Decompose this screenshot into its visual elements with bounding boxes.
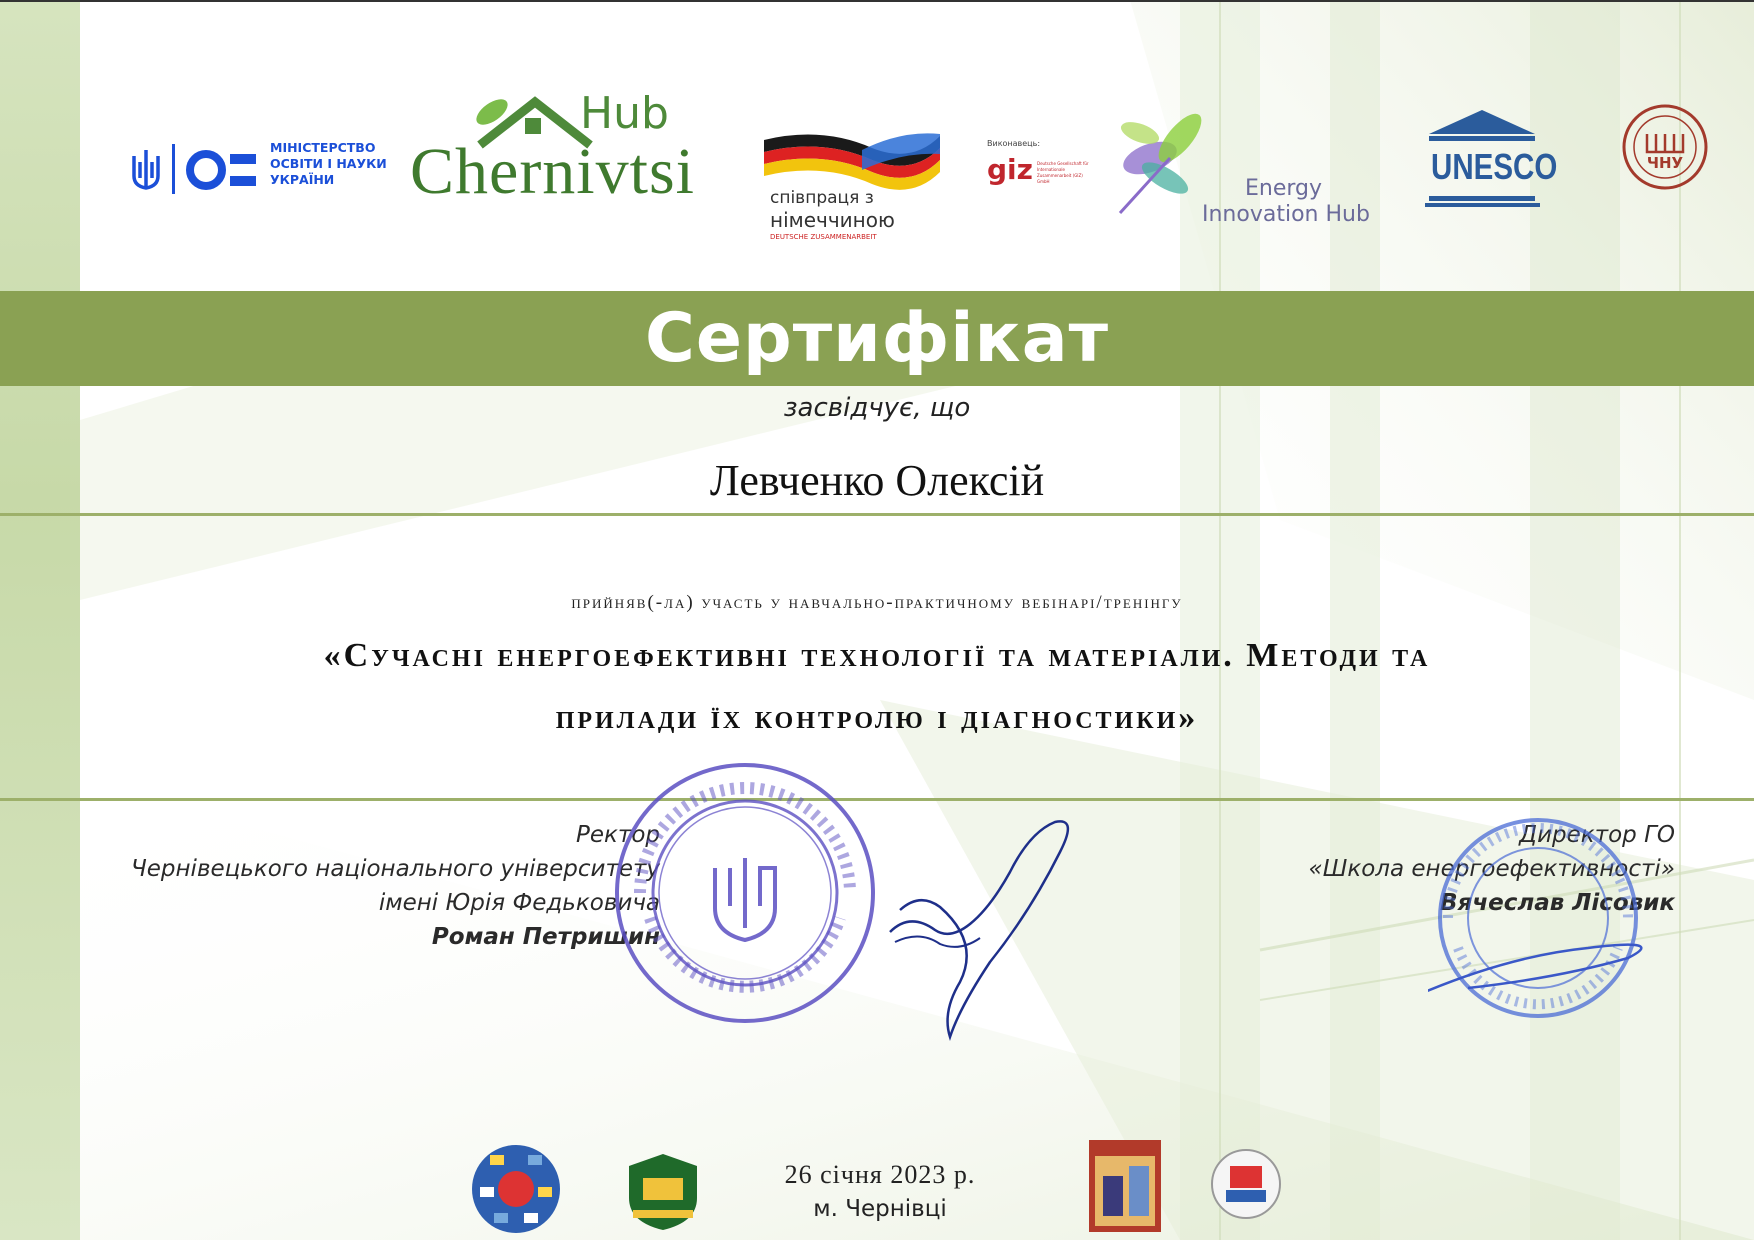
rector-signature-scribble [889,820,1069,1042]
unesco-logo: UNESCO [1425,108,1557,208]
bottom-logo-3 [1089,1140,1161,1232]
issue-city: м. Чернівці [813,1196,947,1222]
course-title-line-1: «Сучасні енергоефективні технології та м… [323,637,1431,674]
giz-mark: giz [987,153,1033,186]
certificate-page: МІНІСТЕРСТВО ОСВІТИ І НАУКИ УКРАЇНИ Hub … [0,0,1754,1240]
rector-org-line-2: імені Юрія Федьковича [378,890,660,916]
energy-line-1: Energy [1245,176,1323,201]
unesco-label: UNESCO [1431,146,1558,187]
ministry-logo: МІНІСТЕРСТВО ОСВІТИ І НАУКИ УКРАЇНИ [130,140,395,200]
leaf-burst-icon [1118,113,1202,215]
university-stamp [615,763,875,1023]
course-title-line-2: прилади їх контролю і діагностики» [555,699,1199,736]
bottom-logo-1 [472,1145,560,1233]
school-stamp [1428,818,1643,1018]
energy-line-2: Innovation Hub [1202,202,1370,227]
ministry-divider [172,144,175,194]
chernivtsi-word: Chernivtsi [410,135,695,208]
rector-position: Ректор [576,822,660,848]
bottom-logo-4 [1211,1149,1281,1219]
divider-top [0,513,1754,516]
mon-mark-icon [186,150,256,190]
course-title: «Сучасні енергоефективні технології та м… [150,625,1604,749]
chnu-logo: ЧНУ [1622,104,1708,190]
trident-icon [132,150,160,190]
rector-signature-block: Ректор Чернівецького національного уніве… [60,818,660,954]
issue-date: 26 січня 2023 р. [784,1160,976,1189]
bottom-logo-2 [629,1154,697,1230]
cooperation-line-2: німеччиною [770,208,895,232]
rector-org-line-1: Чернівецького національного університету [131,856,660,882]
flag-wave-icon [764,133,940,190]
certifies-text: засвідчує, що [783,393,971,423]
giz-logo: Виконавець: giz Deutsche Gesellschaft fü… [985,135,1095,205]
giz-subtitle: Deutsche Gesellschaft für Internationale… [1037,161,1089,184]
certificate-title: Сертифікат [645,299,1109,378]
hub-word: Hub [580,88,669,139]
cooperation-line-3: DEUTSCHE ZUSAMMENARBEIT [770,233,877,241]
partner-logos: МІНІСТЕРСТВО ОСВІТИ І НАУКИ УКРАЇНИ Hub … [0,80,1754,241]
rector-name: Роман Петришин [431,924,660,950]
energy-innovation-hub-logo: Energy Innovation Hub [1110,98,1370,227]
top-border [0,0,1754,2]
ministry-line-1: МІНІСТЕРСТВО [270,140,376,155]
ministry-line-3: УКРАЇНИ [270,172,335,187]
recipient-name: Левченко Олексій [709,456,1045,505]
hub-chernivtsi-logo: Hub Chernivtsi [410,88,730,208]
cooperation-line-1: співпраця з [770,188,874,208]
giz-label: Виконавець: [987,139,1041,148]
chnu-label: ЧНУ [1646,154,1684,172]
participation-text: прийняв(-ла) участь у навчально-практичн… [571,592,1183,613]
german-cooperation-logo: співпраця з німеччиною DEUTSCHE ZUSAMMEN… [762,130,942,241]
chnu-seal-icon [1622,104,1708,190]
ministry-line-2: ОСВІТИ І НАУКИ [270,156,387,171]
